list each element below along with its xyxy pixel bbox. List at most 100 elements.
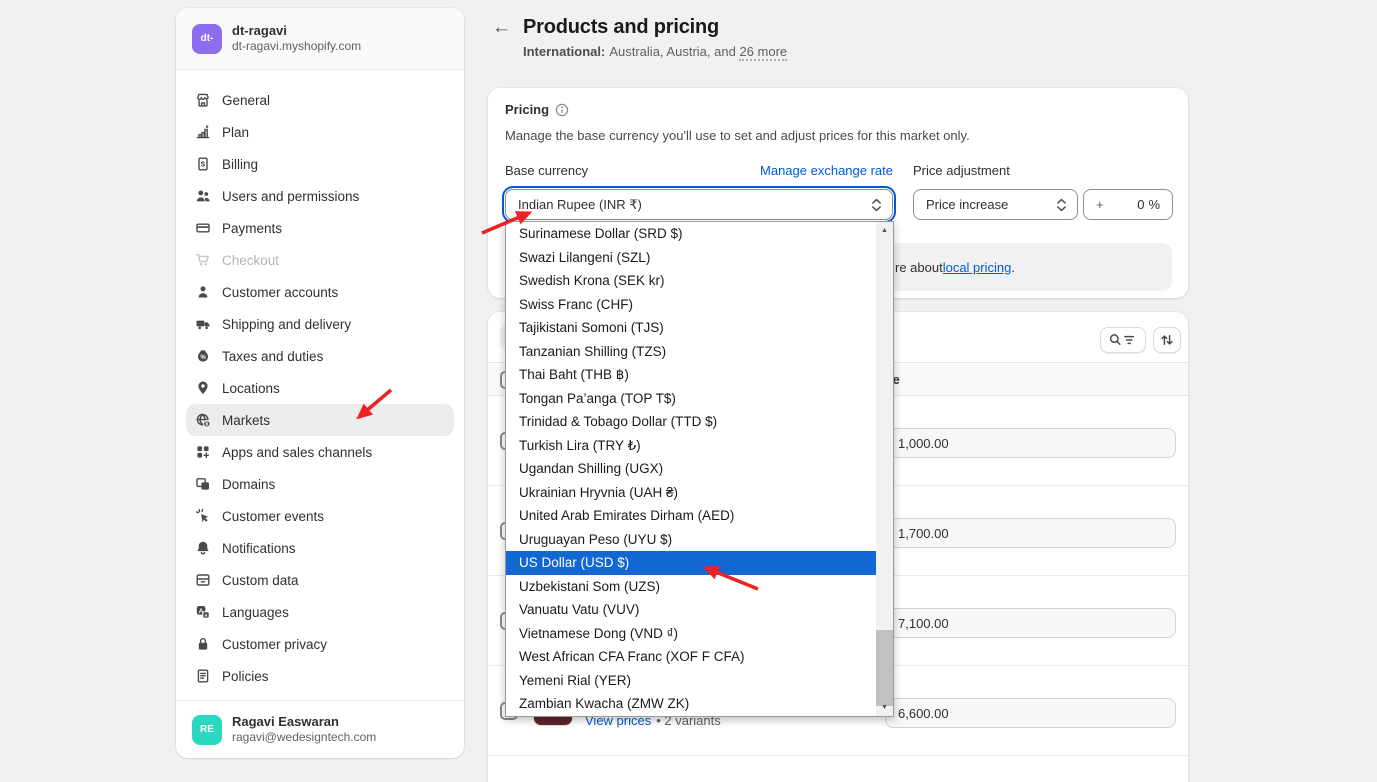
banner-text-fragment: re about	[895, 260, 943, 275]
price-adjustment-value: Price increase	[926, 197, 1008, 212]
price-input[interactable]	[885, 608, 1176, 638]
apps-grid-icon	[194, 443, 212, 461]
sidebar-item-custom-data[interactable]: Custom data	[186, 564, 454, 596]
currency-option-swazi-lilangeni-szl[interactable]: Swazi Lilangeni (SZL)	[506, 246, 876, 270]
page-header: ← Products and pricing International: Aus…	[492, 16, 1132, 59]
pricing-description: Manage the base currency you'll use to s…	[505, 128, 970, 143]
currency-option-thai-baht-thb[interactable]: Thai Baht (THB ฿)	[506, 363, 876, 387]
sidebar-item-users-and-permissions[interactable]: Users and permissions	[186, 180, 454, 212]
user-account[interactable]: RE Ragavi Easwaran ragavi@wedesigntech.c…	[176, 700, 464, 758]
dropdown-scrollbar[interactable]: ▲ ▼	[876, 222, 893, 716]
price-adjustment-label: Price adjustment	[913, 163, 1010, 178]
scroll-up-button[interactable]: ▲	[876, 222, 893, 239]
user-email: ragavi@wedesigntech.com	[232, 730, 376, 745]
more-countries-link[interactable]: 26 more	[739, 44, 787, 61]
page-title: Products and pricing	[523, 16, 719, 39]
sidebar-item-shipping-and-delivery[interactable]: Shipping and delivery	[186, 308, 454, 340]
info-icon[interactable]	[555, 103, 569, 117]
sidebar-item-billing[interactable]: $ Billing	[186, 148, 454, 180]
sidebar-item-plan[interactable]: Plan	[186, 116, 454, 148]
scrollbar-thumb[interactable]	[876, 630, 893, 706]
store-icon	[194, 91, 212, 109]
settings-nav: General Plan $ Billing Users and permiss…	[176, 70, 464, 692]
pricing-card-title: Pricing	[505, 102, 549, 117]
sidebar-item-payments[interactable]: Payments	[186, 212, 454, 244]
currency-option-uzbekistani-som-uzs[interactable]: Uzbekistani Som (UZS)	[506, 575, 876, 599]
price-input[interactable]	[885, 428, 1176, 458]
svg-text:a: a	[205, 614, 208, 619]
currency-option-surinamese-dollar-srd[interactable]: Surinamese Dollar (SRD $)	[506, 222, 876, 246]
currency-dropdown-list: Surinamese Dollar (SRD $)Swazi Lilangeni…	[505, 221, 894, 717]
currency-option-swedish-krona-sek-kr[interactable]: Swedish Krona (SEK kr)	[506, 269, 876, 293]
sidebar-item-customer-events[interactable]: Customer events	[186, 500, 454, 532]
currency-option-us-dollar-usd[interactable]: US Dollar (USD $)	[506, 551, 876, 575]
currency-option-vietnamese-dong-vnd[interactable]: Vietnamese Dong (VND ₫)	[506, 622, 876, 646]
sidebar-item-languages[interactable]: Aa Languages	[186, 596, 454, 628]
currency-option-ugandan-shilling-ugx[interactable]: Ugandan Shilling (UGX)	[506, 457, 876, 481]
svg-text:%: %	[200, 355, 206, 361]
sidebar-item-general[interactable]: General	[186, 84, 454, 116]
sidebar-item-apps-and-sales-channels[interactable]: Apps and sales channels	[186, 436, 454, 468]
sidebar-item-taxes-and-duties[interactable]: % Taxes and duties	[186, 340, 454, 372]
sidebar-item-customer-privacy[interactable]: Customer privacy	[186, 628, 454, 660]
percent-suffix: %	[1148, 197, 1160, 212]
percent-prefix: +	[1096, 197, 1104, 212]
currency-option-swiss-franc-chf[interactable]: Swiss Franc (CHF)	[506, 293, 876, 317]
currency-option-tanzanian-shilling-tzs[interactable]: Tanzanian Shilling (TZS)	[506, 340, 876, 364]
store-domain: dt-ragavi.myshopify.com	[232, 39, 361, 54]
location-pin-icon	[194, 379, 212, 397]
cursor-spark-icon	[194, 507, 212, 525]
sidebar-item-notifications[interactable]: Notifications	[186, 532, 454, 564]
policy-doc-icon	[194, 667, 212, 685]
sidebar-item-domains[interactable]: Domains	[186, 468, 454, 500]
sidebar-item-policies[interactable]: Policies	[186, 660, 454, 692]
sidebar-item-checkout[interactable]: Checkout	[186, 244, 454, 276]
search-filter-icon	[1109, 333, 1137, 347]
currency-option-zambian-kwacha-zmw-zk[interactable]: Zambian Kwacha (ZMW ZK)	[506, 692, 876, 716]
adjustment-percent-field[interactable]: + 0%	[1083, 189, 1173, 220]
store-switcher[interactable]: dt- dt-ragavi dt-ragavi.myshopify.com	[176, 8, 464, 70]
currency-option-yemeni-rial-yer[interactable]: Yemeni Rial (YER)	[506, 669, 876, 693]
currency-option-united-arab-emirates-dirham-aed[interactable]: United Arab Emirates Dirham (AED)	[506, 504, 876, 528]
users-icon	[194, 187, 212, 205]
plan-icon	[194, 123, 212, 141]
market-subtitle: International: Australia, Austria, and 26…	[523, 44, 1132, 59]
svg-text:$: $	[201, 160, 206, 169]
price-input[interactable]	[885, 698, 1176, 728]
subtitle-countries: Australia, Austria, and	[609, 44, 735, 59]
currency-option-tajikistani-somoni-tjs[interactable]: Tajikistani Somoni (TJS)	[506, 316, 876, 340]
billing-icon: $	[194, 155, 212, 173]
currency-option-uruguayan-peso-uyu[interactable]: Uruguayan Peso (UYU $)	[506, 528, 876, 552]
currency-option-trinidad-tobago-dollar-ttd[interactable]: Trinidad & Tobago Dollar (TTD $)	[506, 410, 876, 434]
lock-icon	[194, 635, 212, 653]
scroll-down-button[interactable]: ▼	[876, 699, 893, 716]
price-input[interactable]	[885, 518, 1176, 548]
store-name: dt-ragavi	[232, 23, 361, 39]
price-adjustment-select[interactable]: Price increase	[913, 189, 1078, 220]
person-icon	[194, 283, 212, 301]
search-and-filter-button[interactable]	[1100, 327, 1146, 353]
currency-option-vanuatu-vatu-vuv[interactable]: Vanuatu Vatu (VUV)	[506, 598, 876, 622]
sidebar-item-locations[interactable]: Locations	[186, 372, 454, 404]
local-pricing-link[interactable]: local pricing	[943, 260, 1012, 275]
sidebar-item-customer-accounts[interactable]: Customer accounts	[186, 276, 454, 308]
sort-button[interactable]	[1153, 327, 1181, 353]
data-box-icon	[194, 571, 212, 589]
currency-option-ukrainian-hryvnia-uah[interactable]: Ukrainian Hryvnia (UAH ₴)	[506, 481, 876, 505]
currency-option-west-african-cfa-franc-xof-f-cfa[interactable]: West African CFA Franc (XOF F CFA)	[506, 645, 876, 669]
base-currency-value: Indian Rupee (INR ₹)	[518, 197, 642, 213]
back-arrow-icon[interactable]: ←	[492, 18, 511, 38]
currency-option-tongan-pa-anga-top-t[interactable]: Tongan Pa’anga (TOP T$)	[506, 387, 876, 411]
sidebar-item-markets[interactable]: $ Markets	[186, 404, 454, 436]
subtitle-label: International:	[523, 44, 605, 59]
banner-period: .	[1011, 260, 1015, 275]
globe-dollar-icon: $	[194, 411, 212, 429]
bell-icon	[194, 539, 212, 557]
svg-text:$: $	[205, 422, 208, 428]
manage-exchange-rate-link[interactable]: Manage exchange rate	[760, 163, 893, 178]
currency-option-turkish-lira-try[interactable]: Turkish Lira (TRY ₺)	[506, 434, 876, 458]
base-currency-select[interactable]: Indian Rupee (INR ₹)	[505, 189, 893, 220]
settings-sidebar: dt- dt-ragavi dt-ragavi.myshopify.com Ge…	[176, 8, 464, 758]
select-caret-icon	[871, 198, 882, 212]
domains-icon	[194, 475, 212, 493]
